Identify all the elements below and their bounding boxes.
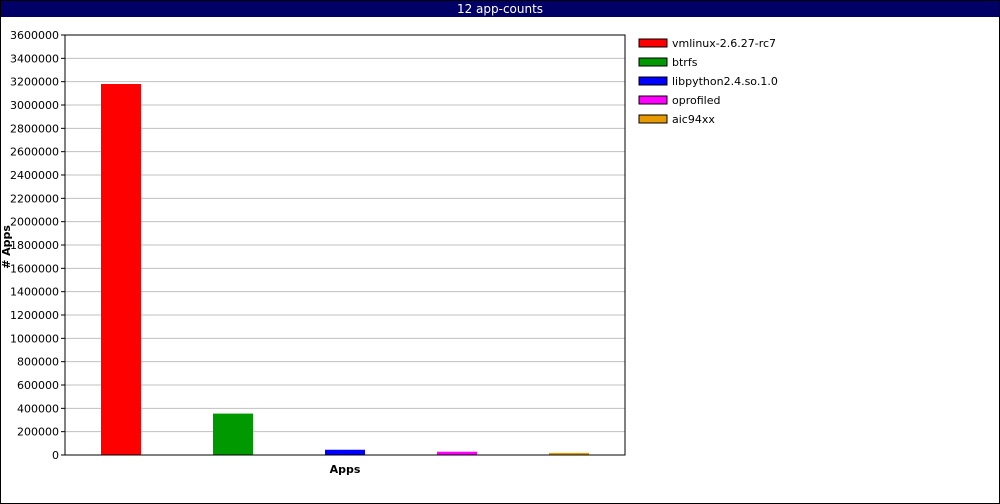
y-tick-label: 3600000 — [10, 29, 59, 42]
y-tick-label: 3000000 — [10, 99, 59, 112]
y-tick-label: 1400000 — [10, 286, 59, 299]
y-tick-label: 2200000 — [10, 192, 59, 205]
y-tick-label: 3200000 — [10, 76, 59, 89]
bar-vmlinux-2.6.27-rc7 — [101, 84, 141, 455]
legend-label: aic94xx — [672, 113, 715, 126]
y-tick-label: 0 — [52, 449, 59, 462]
bars — [101, 84, 589, 455]
y-tick-label: 1600000 — [10, 262, 59, 275]
grid-lines — [65, 57, 625, 433]
y-tick-label: 2600000 — [10, 146, 59, 159]
x-axis-title: Apps — [330, 463, 361, 476]
y-tick-label: 1200000 — [10, 309, 59, 322]
legend-swatch — [638, 76, 668, 86]
y-tick-label: 600000 — [17, 379, 59, 392]
y-axis-title: # Apps — [0, 225, 13, 269]
legend-swatch — [638, 57, 668, 67]
y-tick-label: 1800000 — [10, 239, 59, 252]
y-tick-labels: 0 200000 400000 600000 800000 1000000 1200000 1… — [10, 29, 65, 462]
y-tick-label: 3400000 — [10, 52, 59, 65]
bar-btrfs — [213, 413, 253, 455]
y-tick-label: 2400000 — [10, 169, 59, 182]
y-tick-label: 400000 — [17, 402, 59, 415]
legend-swatch — [638, 95, 668, 105]
bar-chart: 0 200000 400000 600000 800000 1000000 1200000 1… — [0, 29, 778, 476]
y-tick-label: 1000000 — [10, 332, 59, 345]
legend-label: libpython2.4.so.1.0 — [672, 75, 778, 88]
y-tick-label: 800000 — [17, 356, 59, 369]
y-tick-label: 2800000 — [10, 122, 59, 135]
y-tick-label: 2000000 — [10, 216, 59, 229]
legend-swatch — [638, 38, 668, 48]
legend: vmlinux-2.6.27-rc7 btrfs libpython2.4.so.1… — [638, 37, 778, 126]
bar-libpython2.4.so.1.0 — [325, 449, 365, 455]
legend-label: btrfs — [672, 56, 698, 69]
legend-swatch — [638, 114, 668, 124]
legend-label: oprofiled — [672, 94, 720, 107]
y-tick-label: 200000 — [17, 426, 59, 439]
legend-label: vmlinux-2.6.27-rc7 — [672, 37, 776, 50]
